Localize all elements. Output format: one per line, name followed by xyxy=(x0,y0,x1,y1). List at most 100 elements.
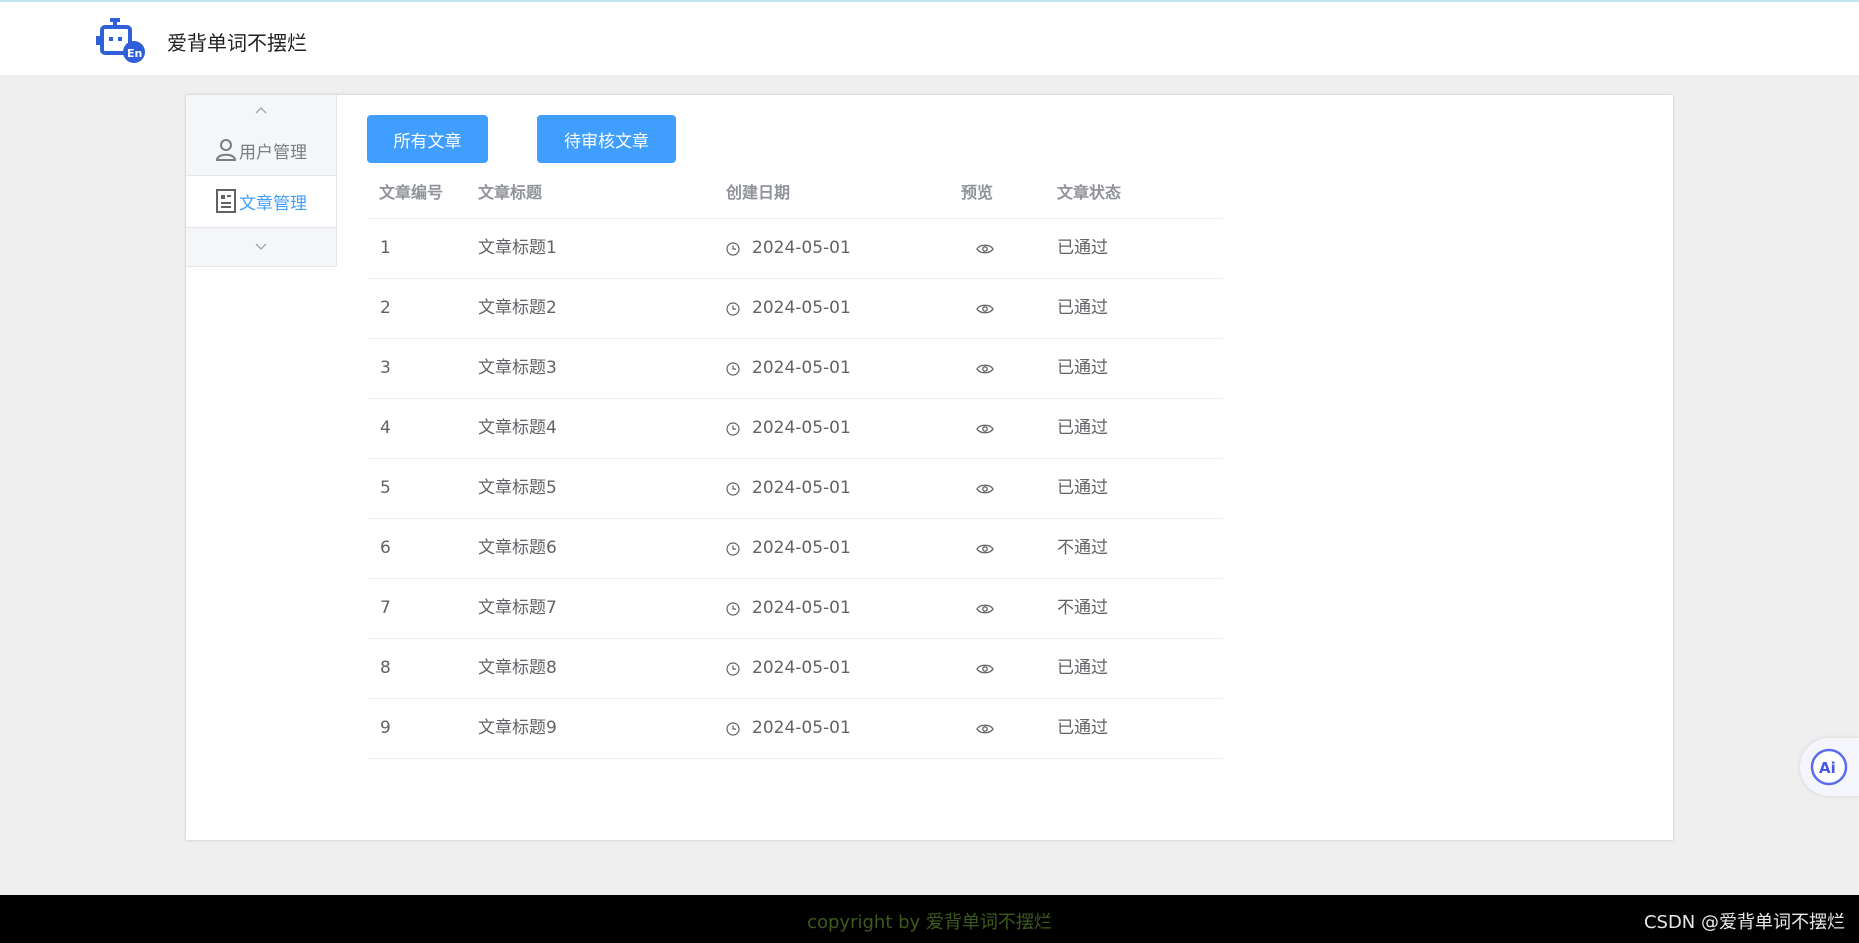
date-text: 2024-05-01 xyxy=(752,478,851,498)
preview-button[interactable] xyxy=(961,639,994,698)
cell-status: 已通过 xyxy=(1057,658,1108,678)
cell-id: 6 xyxy=(380,538,391,558)
cell-date: 2024-05-01 xyxy=(726,279,851,338)
eye-icon[interactable] xyxy=(976,363,994,375)
header: En 爱背单词不摆烂 xyxy=(0,2,1859,75)
cell-status: 不通过 xyxy=(1057,598,1108,618)
cell-id: 3 xyxy=(380,358,391,378)
eye-icon[interactable] xyxy=(976,723,994,735)
table-row: 2 文章标题2 2024-05-01 已通过 xyxy=(367,279,1223,339)
cell-id: 7 xyxy=(380,598,391,618)
cell-title: 文章标题4 xyxy=(478,418,557,438)
table-row: 3 文章标题3 2024-05-01 已通过 xyxy=(367,339,1223,399)
date-text: 2024-05-01 xyxy=(752,418,851,438)
eye-icon[interactable] xyxy=(976,243,994,255)
eye-icon[interactable] xyxy=(976,423,994,435)
table-header: 文章编号 文章标题 创建日期 预览 文章状态 xyxy=(367,168,1223,219)
cell-id: 2 xyxy=(380,298,391,318)
header-date: 创建日期 xyxy=(726,183,791,202)
preview-button[interactable] xyxy=(961,279,994,338)
cell-preview xyxy=(961,519,994,578)
sidebar-item-articles[interactable]: 文章管理 xyxy=(186,176,336,226)
cell-id: 9 xyxy=(380,718,391,738)
table-row: 7 文章标题7 2024-05-01 不通过 xyxy=(367,579,1223,639)
eye-icon[interactable] xyxy=(976,483,994,495)
eye-icon[interactable] xyxy=(976,303,994,315)
cell-status: 已通过 xyxy=(1057,418,1108,438)
cell-preview xyxy=(961,459,994,518)
eye-icon[interactable] xyxy=(976,663,994,675)
date-text: 2024-05-01 xyxy=(752,718,851,738)
ai-icon: Ai xyxy=(1810,748,1848,786)
cell-preview xyxy=(961,579,994,638)
eye-icon[interactable] xyxy=(976,543,994,555)
date-text: 2024-05-01 xyxy=(752,598,851,618)
table-row: 9 文章标题9 2024-05-01 已通过 xyxy=(367,699,1223,759)
sidebar: 用户管理 文章管理 xyxy=(186,95,337,267)
cell-status: 已通过 xyxy=(1057,358,1108,378)
cell-date: 2024-05-01 xyxy=(726,399,851,458)
robot-logo-icon: En xyxy=(96,18,145,63)
table-row: 4 文章标题4 2024-05-01 已通过 xyxy=(367,399,1223,459)
cell-status: 已通过 xyxy=(1057,298,1108,318)
cell-date: 2024-05-01 xyxy=(726,459,851,518)
sidebar-item-users[interactable]: 用户管理 xyxy=(186,125,336,176)
preview-button[interactable] xyxy=(961,459,994,518)
all-articles-button[interactable]: 所有文章 xyxy=(367,115,488,163)
user-icon xyxy=(215,139,237,161)
cell-status: 已通过 xyxy=(1057,718,1108,738)
cell-preview xyxy=(961,639,994,698)
cell-status: 已通过 xyxy=(1057,478,1108,498)
preview-button[interactable] xyxy=(961,699,994,758)
table-row: 1 文章标题1 2024-05-01 已通过 xyxy=(367,219,1223,279)
header-title: 文章标题 xyxy=(478,183,543,202)
sidebar-scroll-down[interactable] xyxy=(186,227,336,267)
cell-title: 文章标题7 xyxy=(478,598,557,618)
table-row: 8 文章标题8 2024-05-01 已通过 xyxy=(367,639,1223,699)
clock-icon xyxy=(726,601,740,616)
clock-icon xyxy=(726,541,740,556)
cell-date: 2024-05-01 xyxy=(726,519,851,578)
cell-title: 文章标题3 xyxy=(478,358,557,378)
cell-preview xyxy=(961,399,994,458)
sidebar-scroll-up[interactable] xyxy=(186,95,336,125)
cell-title: 文章标题2 xyxy=(478,298,557,318)
table-body: 1 文章标题1 2024-05-01 已通过 2 文章标题2 2024-05-01 已通过 3 文… xyxy=(367,219,1223,759)
cell-date: 2024-05-01 xyxy=(726,639,851,698)
cell-id: 4 xyxy=(380,418,391,438)
sidebar-item-label: 文章管理 xyxy=(239,193,307,214)
sidebar-item-label: 用户管理 xyxy=(239,142,307,163)
eye-icon[interactable] xyxy=(976,603,994,615)
cell-status: 已通过 xyxy=(1057,238,1108,258)
watermark-text: CSDN @爱背单词不摆烂 xyxy=(1643,912,1845,933)
date-text: 2024-05-01 xyxy=(752,238,851,258)
cell-title: 文章标题5 xyxy=(478,478,557,498)
table-row: 6 文章标题6 2024-05-01 不通过 xyxy=(367,519,1223,579)
cell-date: 2024-05-01 xyxy=(726,219,851,278)
preview-button[interactable] xyxy=(961,399,994,458)
cell-preview xyxy=(961,219,994,278)
preview-button[interactable] xyxy=(961,519,994,578)
cell-id: 1 xyxy=(380,238,391,258)
table-row: 5 文章标题5 2024-05-01 已通过 xyxy=(367,459,1223,519)
date-text: 2024-05-01 xyxy=(752,538,851,558)
preview-button[interactable] xyxy=(961,339,994,398)
cell-title: 文章标题8 xyxy=(478,658,557,678)
chevron-up-icon xyxy=(255,107,267,114)
preview-button[interactable] xyxy=(961,219,994,278)
cell-title: 文章标题1 xyxy=(478,238,557,258)
cell-id: 5 xyxy=(380,478,391,498)
preview-button[interactable] xyxy=(961,579,994,638)
date-text: 2024-05-01 xyxy=(752,658,851,678)
clock-icon xyxy=(726,301,740,316)
pending-articles-button[interactable]: 待审核文章 xyxy=(537,115,676,163)
document-icon xyxy=(216,189,236,213)
clock-icon xyxy=(726,721,740,736)
cell-preview xyxy=(961,339,994,398)
app-title: 爱背单词不摆烂 xyxy=(167,31,307,55)
cell-preview xyxy=(961,699,994,758)
header-id: 文章编号 xyxy=(379,183,444,202)
clock-icon xyxy=(726,661,740,676)
ai-assistant-button[interactable]: Ai xyxy=(1800,738,1859,796)
clock-icon xyxy=(726,421,740,436)
